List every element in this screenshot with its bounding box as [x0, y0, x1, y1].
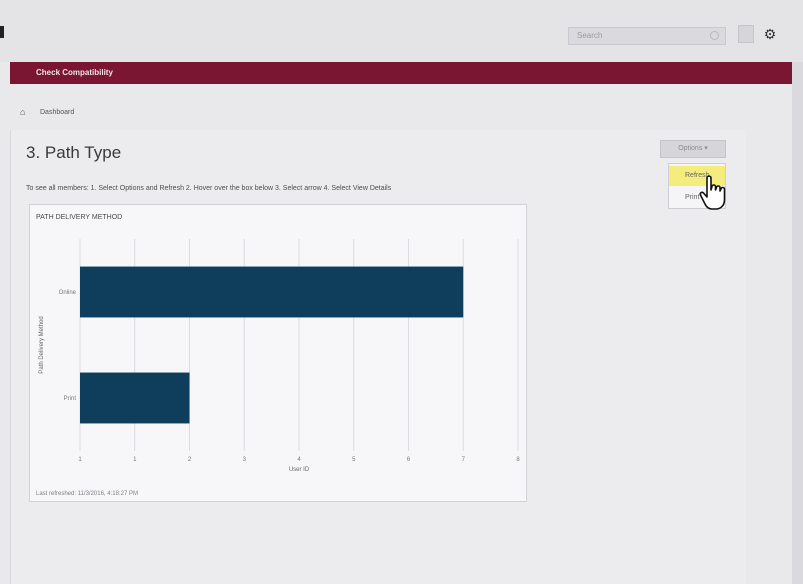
x-tick-label: 6 — [407, 457, 411, 463]
chart-card[interactable]: PATH DELIVERY METHOD 1 1 2 3 4 5 6 7 8 Online Prin… — [29, 204, 527, 502]
user-avatar-icon[interactable] — [738, 25, 754, 43]
x-tick-label: 1 — [78, 457, 82, 463]
chevron-down-icon: ▾ — [704, 145, 708, 152]
x-tick-label: 7 — [462, 457, 466, 463]
search-input[interactable]: Search — [568, 27, 726, 45]
y-category-label: Print — [64, 396, 77, 402]
gear-icon[interactable]: ⚙ — [762, 26, 778, 42]
y-category-label: Online — [59, 290, 77, 296]
x-tick-label: 4 — [297, 457, 301, 463]
options-button[interactable]: Options ▾ — [660, 140, 726, 158]
hand-cursor-icon — [699, 175, 726, 210]
page-title: 3. Path Type — [26, 143, 122, 162]
bar-chart: 1 1 2 3 4 5 6 7 8 Online Print User ID Path Delivery… — [39, 239, 520, 473]
x-tick-label: 8 — [516, 457, 520, 463]
bar-print[interactable] — [80, 372, 190, 424]
instructions-text: To see all members: 1. Select Options an… — [26, 185, 392, 192]
app-title[interactable]: Check Compatibility — [36, 68, 113, 77]
search-icon[interactable] — [710, 31, 719, 40]
x-axis-label: User ID — [289, 467, 310, 473]
app-title-bar: Check Compatibility — [10, 62, 803, 84]
breadcrumb-dashboard[interactable]: Dashboard — [40, 109, 74, 116]
home-icon[interactable]: ⌂ — [20, 107, 25, 117]
last-refreshed-text: Last refreshed: 11/3/2016, 4:18:27 PM — [36, 491, 138, 497]
x-tick-label: 2 — [188, 457, 192, 463]
top-header: Search ⚙ — [0, 0, 803, 62]
x-tick-label: 3 — [243, 457, 247, 463]
right-scroll-strip[interactable] — [792, 62, 803, 584]
x-tick-label: 1 — [133, 457, 137, 463]
search-placeholder: Search — [577, 31, 603, 40]
options-label: Options — [678, 145, 703, 152]
window-edge-marker — [0, 26, 4, 38]
y-axis-label: Path Delivery Method — [39, 316, 45, 373]
bar-online[interactable] — [80, 266, 464, 318]
x-tick-label: 5 — [352, 457, 356, 463]
breadcrumb: ⌂ Dashboard — [10, 104, 746, 124]
